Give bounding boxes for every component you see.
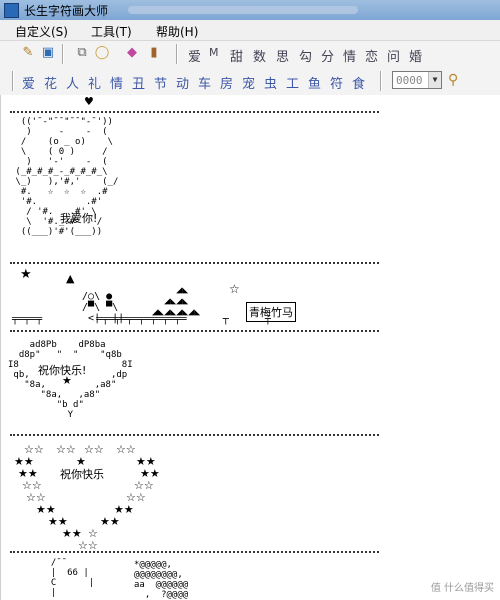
category-button[interactable]: 甜 — [230, 46, 243, 65]
category-button[interactable]: 符 — [330, 73, 343, 92]
divider — [10, 551, 379, 553]
category-button[interactable]: 情 — [110, 73, 123, 92]
toolbar-primary: ✎ ▣ ⧉ ◯ ◆ ▮ 爱 M 甜 数 思 勾 分 情 恋 问 婚 — [0, 41, 500, 68]
category-button[interactable]: 恋 — [365, 46, 378, 65]
comment-icon[interactable]: ◯ — [94, 45, 110, 61]
star-icon: ★ — [20, 267, 32, 282]
category-button[interactable]: M — [209, 46, 219, 59]
toolbar-separator — [176, 44, 178, 64]
divider — [10, 434, 379, 436]
category-button[interactable]: 思 — [276, 46, 289, 65]
toolbar-separator — [62, 44, 64, 64]
category-button[interactable]: 鱼 — [308, 73, 321, 92]
menu-tools[interactable]: 工具(T) — [91, 23, 132, 40]
category-button[interactable]: 爱 — [22, 73, 35, 92]
font-size-value: 0000 — [396, 74, 423, 87]
menu-custom[interactable]: 自定义(S) — [15, 23, 68, 40]
search-icon[interactable]: ⚲ — [448, 72, 458, 88]
watermark: 值 什么值得买 — [430, 583, 494, 594]
star-icon: ★ — [62, 374, 72, 387]
font-size-select[interactable]: 0000 ▼ — [392, 71, 442, 89]
fence-art: ╤═╤═╤ ═╤═╤═╤═╤═╤═╤═╤═ ┬ ┬ — [12, 314, 271, 325]
category-button[interactable]: 分 — [321, 46, 334, 65]
face-art: /¯¯ | 66 | C | | — [40, 558, 95, 598]
copy-icon[interactable]: ⧉ — [74, 45, 90, 61]
category-button[interactable]: 爱 — [188, 46, 201, 65]
window-title: 长生字符画大师 — [24, 4, 109, 18]
category-button[interactable]: 工 — [286, 73, 299, 92]
chevron-down-icon[interactable]: ▼ — [428, 72, 441, 88]
divider — [10, 330, 379, 332]
outline-star-icon: ☆ — [229, 282, 240, 296]
category-button[interactable]: 数 — [253, 46, 266, 65]
blurred-url — [128, 6, 358, 14]
toolbar-separator — [12, 71, 14, 91]
cup-icon[interactable]: ▮ — [146, 45, 162, 61]
divider — [10, 262, 379, 264]
menu-bar: 自定义(S) 工具(T) 帮助(H) — [0, 20, 500, 41]
eraser-icon[interactable]: ◆ — [124, 45, 140, 61]
hair-art: *@@@@@, @@@@@@@@, aa @@@@@@ , ?@@@@ — [134, 560, 189, 600]
category-button[interactable]: 人 — [66, 73, 79, 92]
title-bar: 长生字符画大师 — [0, 0, 500, 21]
category-button[interactable]: 虫 — [264, 73, 277, 92]
category-button[interactable]: 婚 — [409, 46, 422, 65]
save-icon[interactable]: ▣ — [40, 45, 56, 61]
wish-text: 祝你快乐 — [60, 468, 104, 481]
category-button[interactable]: 问 — [387, 46, 400, 65]
category-button[interactable]: 房 — [220, 73, 233, 92]
category-button[interactable]: 丑 — [132, 73, 145, 92]
category-button[interactable]: 动 — [176, 73, 189, 92]
app-icon — [4, 3, 19, 18]
category-button[interactable]: 勾 — [299, 46, 312, 65]
pencil-icon[interactable]: ✎ — [20, 45, 36, 61]
category-button[interactable]: 情 — [343, 46, 356, 65]
bear-text: 我爱你! — [60, 212, 98, 225]
tent-icon: ▲ — [66, 272, 75, 285]
category-button[interactable]: 食 — [352, 73, 365, 92]
category-button[interactable]: 礼 — [88, 73, 101, 92]
category-button[interactable]: 节 — [154, 73, 167, 92]
category-button[interactable]: 车 — [198, 73, 211, 92]
category-button[interactable]: 花 — [44, 73, 57, 92]
divider — [10, 111, 379, 113]
toolbar-separator — [380, 71, 382, 91]
category-button[interactable]: 宠 — [242, 73, 255, 92]
heart-glyph: ♥ — [84, 95, 94, 108]
menu-help[interactable]: 帮助(H) — [156, 23, 198, 40]
